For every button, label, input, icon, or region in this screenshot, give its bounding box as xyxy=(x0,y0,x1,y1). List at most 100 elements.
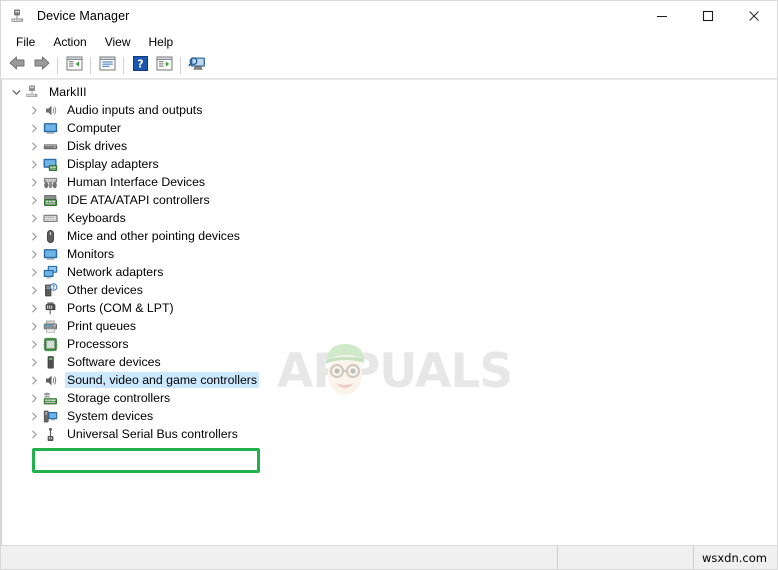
tree-item-processors[interactable]: Processors xyxy=(2,335,777,353)
tree-item-label: Software devices xyxy=(67,355,161,369)
highlight-annotation-box xyxy=(32,448,260,473)
tree-item-label: Mice and other pointing devices xyxy=(67,229,240,243)
tree-item-network-adapters[interactable]: Network adapters xyxy=(2,263,777,281)
menu-bar: File Action View Help xyxy=(1,31,777,53)
tree-item-label: Human Interface Devices xyxy=(67,175,206,189)
toolbar-separator xyxy=(180,57,181,74)
disk-drive-icon xyxy=(42,138,59,155)
chevron-right-icon[interactable] xyxy=(26,263,42,281)
tree-item-monitors[interactable]: Monitors xyxy=(2,245,777,263)
tree-item-display-adapters[interactable]: Display adapters xyxy=(2,155,777,173)
tree-item-label: Universal Serial Bus controllers xyxy=(67,427,238,441)
tree-item-label: Other devices xyxy=(67,283,143,297)
chevron-down-icon[interactable] xyxy=(8,83,24,101)
tree-root-item[interactable]: MarkIII xyxy=(2,83,777,101)
device-tree-pane[interactable]: MarkIII Audio inputs and outputs Compute… xyxy=(1,79,777,545)
maximize-button[interactable] xyxy=(685,1,731,31)
help-button[interactable]: ? xyxy=(128,55,152,77)
tree-item-other-devices[interactable]: ? Other devices xyxy=(2,281,777,299)
software-device-icon xyxy=(42,354,59,371)
toolbar-separator xyxy=(123,57,124,74)
tree-item-human-interface-devices[interactable]: Human Interface Devices xyxy=(2,173,777,191)
scan-hardware-changes-button[interactable] xyxy=(185,55,209,77)
printer-icon xyxy=(42,318,59,335)
device-manager-window: Device Manager File Action View Help ? M… xyxy=(0,0,778,570)
window-title: Device Manager xyxy=(37,9,130,23)
tree-item-label: Keyboards xyxy=(67,211,126,225)
svg-text:?: ? xyxy=(52,285,55,291)
tree-item-mice-and-other-pointing-devices[interactable]: Mice and other pointing devices xyxy=(2,227,777,245)
menu-file[interactable]: File xyxy=(7,33,44,51)
menu-view[interactable]: View xyxy=(96,33,140,51)
tree-item-print-queues[interactable]: Print queues xyxy=(2,317,777,335)
chevron-right-icon[interactable] xyxy=(26,191,42,209)
chevron-right-icon[interactable] xyxy=(26,389,42,407)
properties-button[interactable] xyxy=(95,55,119,77)
speaker-icon xyxy=(42,102,59,119)
chevron-right-icon[interactable] xyxy=(26,407,42,425)
chevron-right-icon[interactable] xyxy=(26,227,42,245)
chevron-right-icon[interactable] xyxy=(26,209,42,227)
update-driver-button[interactable] xyxy=(152,55,176,77)
tree-item-ide-ata-atapi-controllers[interactable]: IDE ATA/ATAPI controllers xyxy=(2,191,777,209)
chevron-right-icon[interactable] xyxy=(26,137,42,155)
status-bar-source-label: wsxdn.com xyxy=(701,550,767,565)
device-tree: MarkIII Audio inputs and outputs Compute… xyxy=(2,80,777,443)
tree-item-storage-controllers[interactable]: Storage controllers xyxy=(2,389,777,407)
tree-item-sound-video-and-game-controllers[interactable]: Sound, video and game controllers xyxy=(2,371,777,389)
close-button[interactable] xyxy=(731,1,777,31)
tree-root-label: MarkIII xyxy=(49,85,87,99)
chevron-right-icon[interactable] xyxy=(26,173,42,191)
chevron-right-icon[interactable] xyxy=(26,299,42,317)
tree-item-universal-serial-bus-controllers[interactable]: Universal Serial Bus controllers xyxy=(2,425,777,443)
status-bar-middle-panel xyxy=(558,546,694,569)
monitor-icon xyxy=(42,246,59,263)
chevron-right-icon[interactable] xyxy=(26,119,42,137)
display-adapter-icon xyxy=(42,156,59,173)
tree-item-label: Processors xyxy=(67,337,129,351)
help-question-icon: ? xyxy=(132,55,148,76)
system-device-icon xyxy=(42,408,59,425)
tree-item-disk-drives[interactable]: Disk drives xyxy=(2,137,777,155)
mouse-icon xyxy=(42,228,59,245)
back-arrow-icon xyxy=(8,55,27,76)
show-hide-console-tree-button[interactable] xyxy=(62,55,86,77)
tree-item-audio-inputs-and-outputs[interactable]: Audio inputs and outputs xyxy=(2,101,777,119)
port-icon xyxy=(42,300,59,317)
chevron-right-icon[interactable] xyxy=(26,353,42,371)
tree-item-software-devices[interactable]: Software devices xyxy=(2,353,777,371)
properties-icon xyxy=(99,56,116,76)
chevron-right-icon[interactable] xyxy=(26,281,42,299)
ide-controller-icon xyxy=(42,192,59,209)
chevron-right-icon[interactable] xyxy=(26,155,42,173)
minimize-button[interactable] xyxy=(639,1,685,31)
storage-controller-icon xyxy=(42,390,59,407)
tree-item-system-devices[interactable]: System devices xyxy=(2,407,777,425)
menu-action[interactable]: Action xyxy=(44,33,95,51)
svg-text:?: ? xyxy=(137,57,143,70)
chevron-right-icon[interactable] xyxy=(26,245,42,263)
chevron-right-icon[interactable] xyxy=(26,317,42,335)
chevron-right-icon[interactable] xyxy=(26,335,42,353)
tree-item-label: Audio inputs and outputs xyxy=(67,103,203,117)
chevron-right-icon[interactable] xyxy=(26,371,42,389)
tree-item-computer[interactable]: Computer xyxy=(2,119,777,137)
menu-help[interactable]: Help xyxy=(140,33,183,51)
speaker-icon xyxy=(42,372,59,389)
forward-button[interactable] xyxy=(29,55,53,77)
chevron-right-icon[interactable] xyxy=(26,425,42,443)
update-driver-icon xyxy=(156,56,173,76)
tree-item-label: IDE ATA/ATAPI controllers xyxy=(67,193,210,207)
keyboard-icon xyxy=(42,210,59,227)
tree-item-ports-com-and-lpt[interactable]: Ports (COM & LPT) xyxy=(2,299,777,317)
toolbar: ? xyxy=(1,53,777,79)
back-button[interactable] xyxy=(5,55,29,77)
other-devices-icon: ? xyxy=(42,282,59,299)
tree-item-label: Disk drives xyxy=(67,139,128,153)
chevron-right-icon[interactable] xyxy=(26,101,42,119)
console-tree-icon xyxy=(66,56,83,76)
monitor-icon xyxy=(42,120,59,137)
tree-item-keyboards[interactable]: Keyboards xyxy=(2,209,777,227)
computer-root-icon xyxy=(24,84,41,101)
tree-item-label: System devices xyxy=(67,409,154,423)
